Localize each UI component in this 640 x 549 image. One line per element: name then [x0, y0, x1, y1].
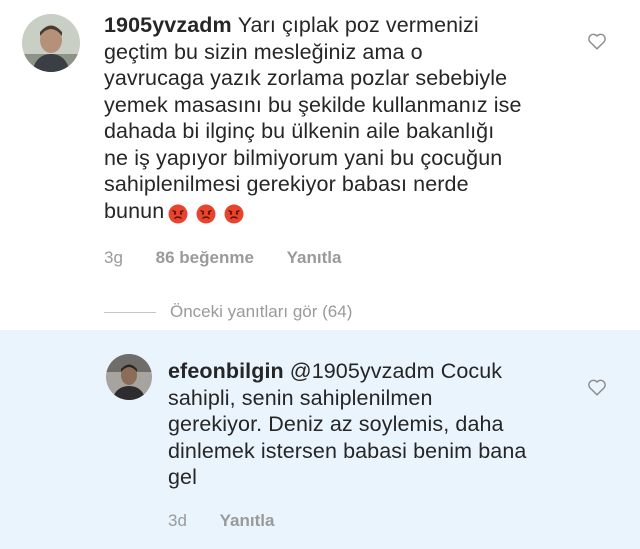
view-replies-label: Önceki yanıtları gör (64)	[170, 302, 353, 321]
reply-text-line: gel	[168, 465, 197, 489]
comment-time: 3g	[104, 248, 123, 267]
reply-text-line: gerekiyor. Deniz az soylemis, daha	[168, 412, 504, 436]
mention-link[interactable]: @1905yvzadm	[290, 359, 435, 383]
emoji-group	[168, 200, 246, 227]
avatar[interactable]	[106, 354, 152, 400]
comment-meta: 3g 86 beğenme Yanıtla	[104, 248, 369, 268]
like-heart-icon[interactable]	[586, 30, 608, 52]
comment-text-line: geçtim bu sizin mesleğiniz ama o	[104, 39, 423, 64]
comment-text-line: Yarı çıplak poz vermenizi	[237, 13, 479, 37]
comment-text-line: sahiplenilmesi gerekiyor babası nerde	[104, 172, 469, 196]
comment-text-line: ne iş yapıyor bilmiyorum yani bu çocuğun	[104, 145, 503, 170]
angry-face-icon	[196, 204, 216, 224]
comment-text-line: yavrucaga yazık zorlama pozlar sebebiyle	[104, 66, 508, 90]
divider-line	[104, 312, 156, 314]
view-previous-replies-button[interactable]: Önceki yanıtları gör (64)	[104, 302, 352, 322]
likes-count-button[interactable]: 86 beğenme	[156, 248, 254, 267]
reply-username[interactable]: efeonbilgin	[168, 359, 284, 383]
comment-text-line: dahada bi ilginç bu ülkenin aile bakanlı…	[104, 119, 495, 143]
reply-body: efeonbilgin @1905yvzadm Cocuk sahipli, se…	[168, 358, 568, 491]
comment-body: 1905yvzadm Yarı çıplak poz vermenizi geçt…	[104, 12, 594, 226]
comment-item: 1905yvzadm Yarı çıplak poz vermenizi geçt…	[0, 0, 640, 330]
comments-screen: 1905yvzadm Yarı çıplak poz vermenizi geçt…	[0, 0, 640, 549]
angry-face-icon	[224, 204, 244, 224]
comment-username[interactable]: 1905yvzadm	[104, 13, 232, 37]
reply-button[interactable]: Yanıtla	[287, 248, 342, 267]
reply-button[interactable]: Yanıtla	[220, 511, 275, 530]
reply-item: efeonbilgin @1905yvzadm Cocuk sahipli, se…	[0, 330, 640, 549]
reply-text-line: sahipli, senin sahiplenilmen	[168, 385, 433, 410]
reply-text-line: Cocuk	[440, 359, 503, 383]
avatar[interactable]	[22, 14, 80, 72]
like-heart-icon[interactable]	[586, 376, 608, 398]
comment-text-line: bunun	[104, 198, 165, 223]
reply-time: 3d	[168, 511, 187, 530]
reply-text-line: dinlemek istersen babasi benim bana	[168, 438, 527, 463]
reply-meta: 3d Yanıtla	[168, 511, 302, 531]
comment-text-line: yemek masasını bu şekilde kullanmanız is…	[104, 92, 522, 117]
angry-face-icon	[168, 204, 188, 224]
